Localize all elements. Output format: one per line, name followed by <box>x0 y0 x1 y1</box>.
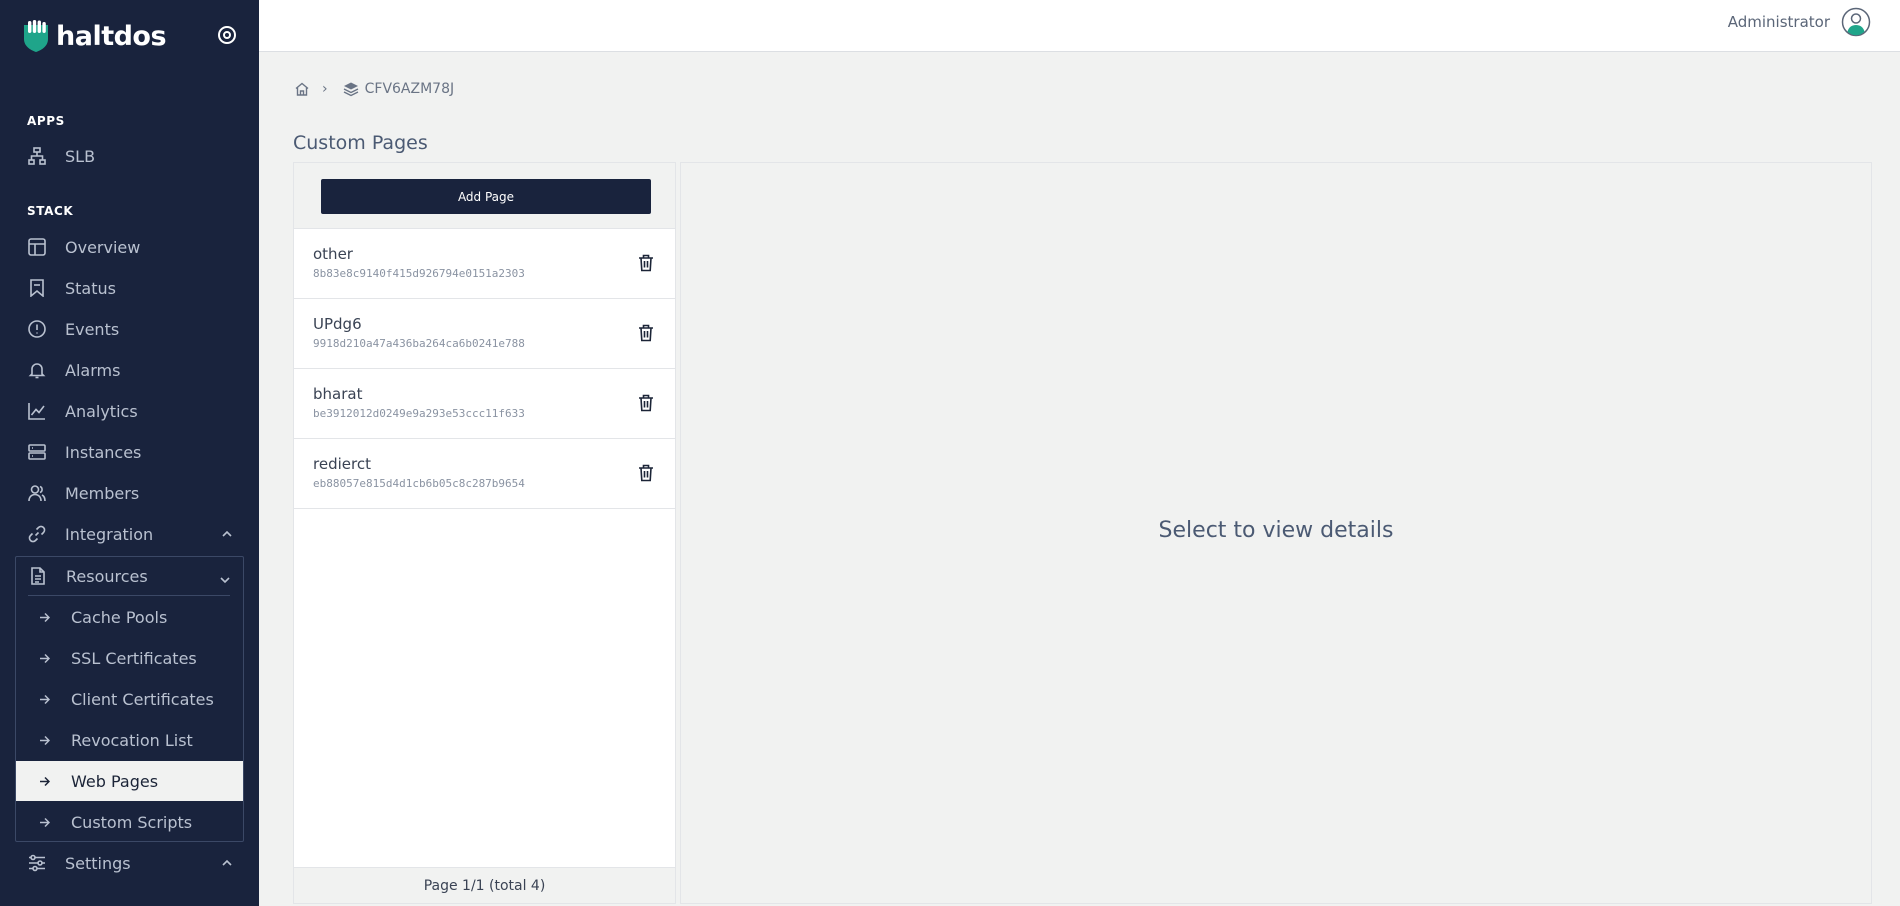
sidebar-item-alarms[interactable]: Alarms <box>27 352 237 388</box>
trash-icon[interactable] <box>638 324 654 342</box>
server-icon <box>27 442 47 462</box>
sidebar-item-overview[interactable]: Overview <box>27 229 237 265</box>
sidebar: haltdos APPS SLB STACK Overview Status E… <box>0 0 259 906</box>
sidebar-subitem-label: SSL Certificates <box>71 648 197 668</box>
list-item[interactable]: other 8b83e8c9140f415d926794e0151a2303 <box>294 229 675 299</box>
sidebar-subitem-cache-pools[interactable]: Cache Pools <box>16 597 243 637</box>
sidebar-item-label: Alarms <box>65 360 121 380</box>
haltdos-logo-icon <box>24 20 48 52</box>
sidebar-subitem-label: Custom Scripts <box>71 812 193 832</box>
sliders-icon <box>27 853 47 873</box>
sidebar-item-status[interactable]: Status <box>27 270 237 306</box>
sidebar-item-label: Settings <box>65 853 131 873</box>
sidebar-item-label: Resources <box>66 566 148 586</box>
sidebar-item-resources[interactable]: Resources <box>28 557 242 595</box>
sidebar-subitem-web-pages[interactable]: Web Pages <box>16 761 243 801</box>
chevron-up-icon <box>221 857 233 869</box>
list-item[interactable]: bharat be3912012d0249e9a293e53ccc11f633 <box>294 369 675 439</box>
bell-icon <box>27 360 47 380</box>
page-hash: 8b83e8c9140f415d926794e0151a2303 <box>313 267 525 280</box>
page-hash: be3912012d0249e9a293e53ccc11f633 <box>313 407 525 420</box>
sidebar-item-label: Events <box>65 319 120 339</box>
link-icon <box>27 524 47 544</box>
page-name: bharat <box>313 385 363 403</box>
sidebar-item-label: Members <box>65 483 140 503</box>
sidebar-item-slb[interactable]: SLB <box>27 138 237 174</box>
sidebar-item-settings[interactable]: Settings <box>27 845 237 881</box>
sidebar-item-label: Analytics <box>65 401 138 421</box>
arrow-right-icon <box>38 652 50 664</box>
sidebar-subitem-revocation-list[interactable]: Revocation List <box>16 720 243 760</box>
sidebar-item-label: Instances <box>65 442 142 462</box>
bookmark-icon <box>27 278 47 298</box>
page-hash: eb88057e815d4d1cb6b05c8c287b9654 <box>313 477 525 490</box>
home-icon[interactable] <box>294 81 310 97</box>
sidebar-item-label: Overview <box>65 237 141 257</box>
layers-icon <box>343 82 358 97</box>
page-name: other <box>313 245 353 263</box>
breadcrumb-stack-id[interactable]: CFV6AZM78J <box>365 81 455 97</box>
settings-toggle-icon[interactable] <box>214 22 240 48</box>
page-name: UPdg6 <box>313 315 362 333</box>
breadcrumb-separator: › <box>322 81 328 97</box>
users-icon <box>27 483 47 503</box>
sidebar-item-analytics[interactable]: Analytics <box>27 393 237 429</box>
list-item[interactable]: UPdg6 9918d210a47a436ba264ca6b0241e788 <box>294 299 675 369</box>
trash-icon[interactable] <box>638 254 654 272</box>
user-name[interactable]: Administrator <box>1728 13 1830 31</box>
brand-logo[interactable]: haltdos <box>22 19 167 53</box>
page-hash: 9918d210a47a436ba264ca6b0241e788 <box>313 337 525 350</box>
pagination-info: Page 1/1 (total 4) <box>294 867 675 903</box>
sitemap-icon <box>27 146 47 166</box>
sidebar-subitem-label: Web Pages <box>71 771 159 791</box>
list-toolbar: Add Page <box>294 163 675 229</box>
sidebar-subitem-label: Revocation List <box>71 730 193 750</box>
detail-panel: Select to view details <box>680 162 1872 904</box>
arrow-right-icon <box>38 693 50 705</box>
sidebar-item-members[interactable]: Members <box>27 475 237 511</box>
page-list-panel: Add Page other 8b83e8c9140f415d926794e01… <box>293 162 676 904</box>
arrow-right-icon <box>38 734 50 746</box>
sidebar-item-label: SLB <box>65 146 96 166</box>
sidebar-item-label: Integration <box>65 524 154 544</box>
trash-icon[interactable] <box>638 394 654 412</box>
resources-group: Resources Cache Pools SSL Certificates C… <box>15 556 244 842</box>
apps-section-label: APPS <box>27 114 65 128</box>
sidebar-subitem-label: Client Certificates <box>71 689 214 709</box>
alert-circle-icon <box>27 319 47 339</box>
sidebar-item-integration[interactable]: Integration <box>27 516 237 552</box>
user-avatar-icon[interactable] <box>1841 7 1871 37</box>
trash-icon[interactable] <box>638 464 654 482</box>
divider <box>28 595 230 596</box>
arrow-right-icon <box>38 611 50 623</box>
sidebar-subitem-label: Cache Pools <box>71 607 168 627</box>
sidebar-subitem-client-certificates[interactable]: Client Certificates <box>16 679 243 719</box>
top-bar: Administrator <box>259 0 1900 52</box>
breadcrumb: › CFV6AZM78J <box>294 81 454 97</box>
page-title: Custom Pages <box>293 132 428 154</box>
sidebar-subitem-ssl-certificates[interactable]: SSL Certificates <box>16 638 243 678</box>
sidebar-item-instances[interactable]: Instances <box>27 434 237 470</box>
page-name: redierct <box>313 455 371 473</box>
sidebar-item-label: Status <box>65 278 116 298</box>
arrow-right-icon <box>38 816 50 828</box>
sidebar-item-events[interactable]: Events <box>27 311 237 347</box>
chevron-up-icon <box>221 528 233 540</box>
chevron-down-icon <box>220 570 232 584</box>
line-chart-icon <box>27 401 47 421</box>
list-item[interactable]: redierct eb88057e815d4d1cb6b05c8c287b965… <box>294 439 675 509</box>
arrow-right-icon <box>38 775 50 787</box>
brand-name: haltdos <box>56 20 167 52</box>
add-page-button[interactable]: Add Page <box>321 179 651 214</box>
sidebar-subitem-custom-scripts[interactable]: Custom Scripts <box>16 802 243 842</box>
stack-section-label: STACK <box>27 204 74 218</box>
file-icon <box>28 566 48 586</box>
detail-placeholder: Select to view details <box>1158 518 1394 543</box>
layout-icon <box>27 237 47 257</box>
